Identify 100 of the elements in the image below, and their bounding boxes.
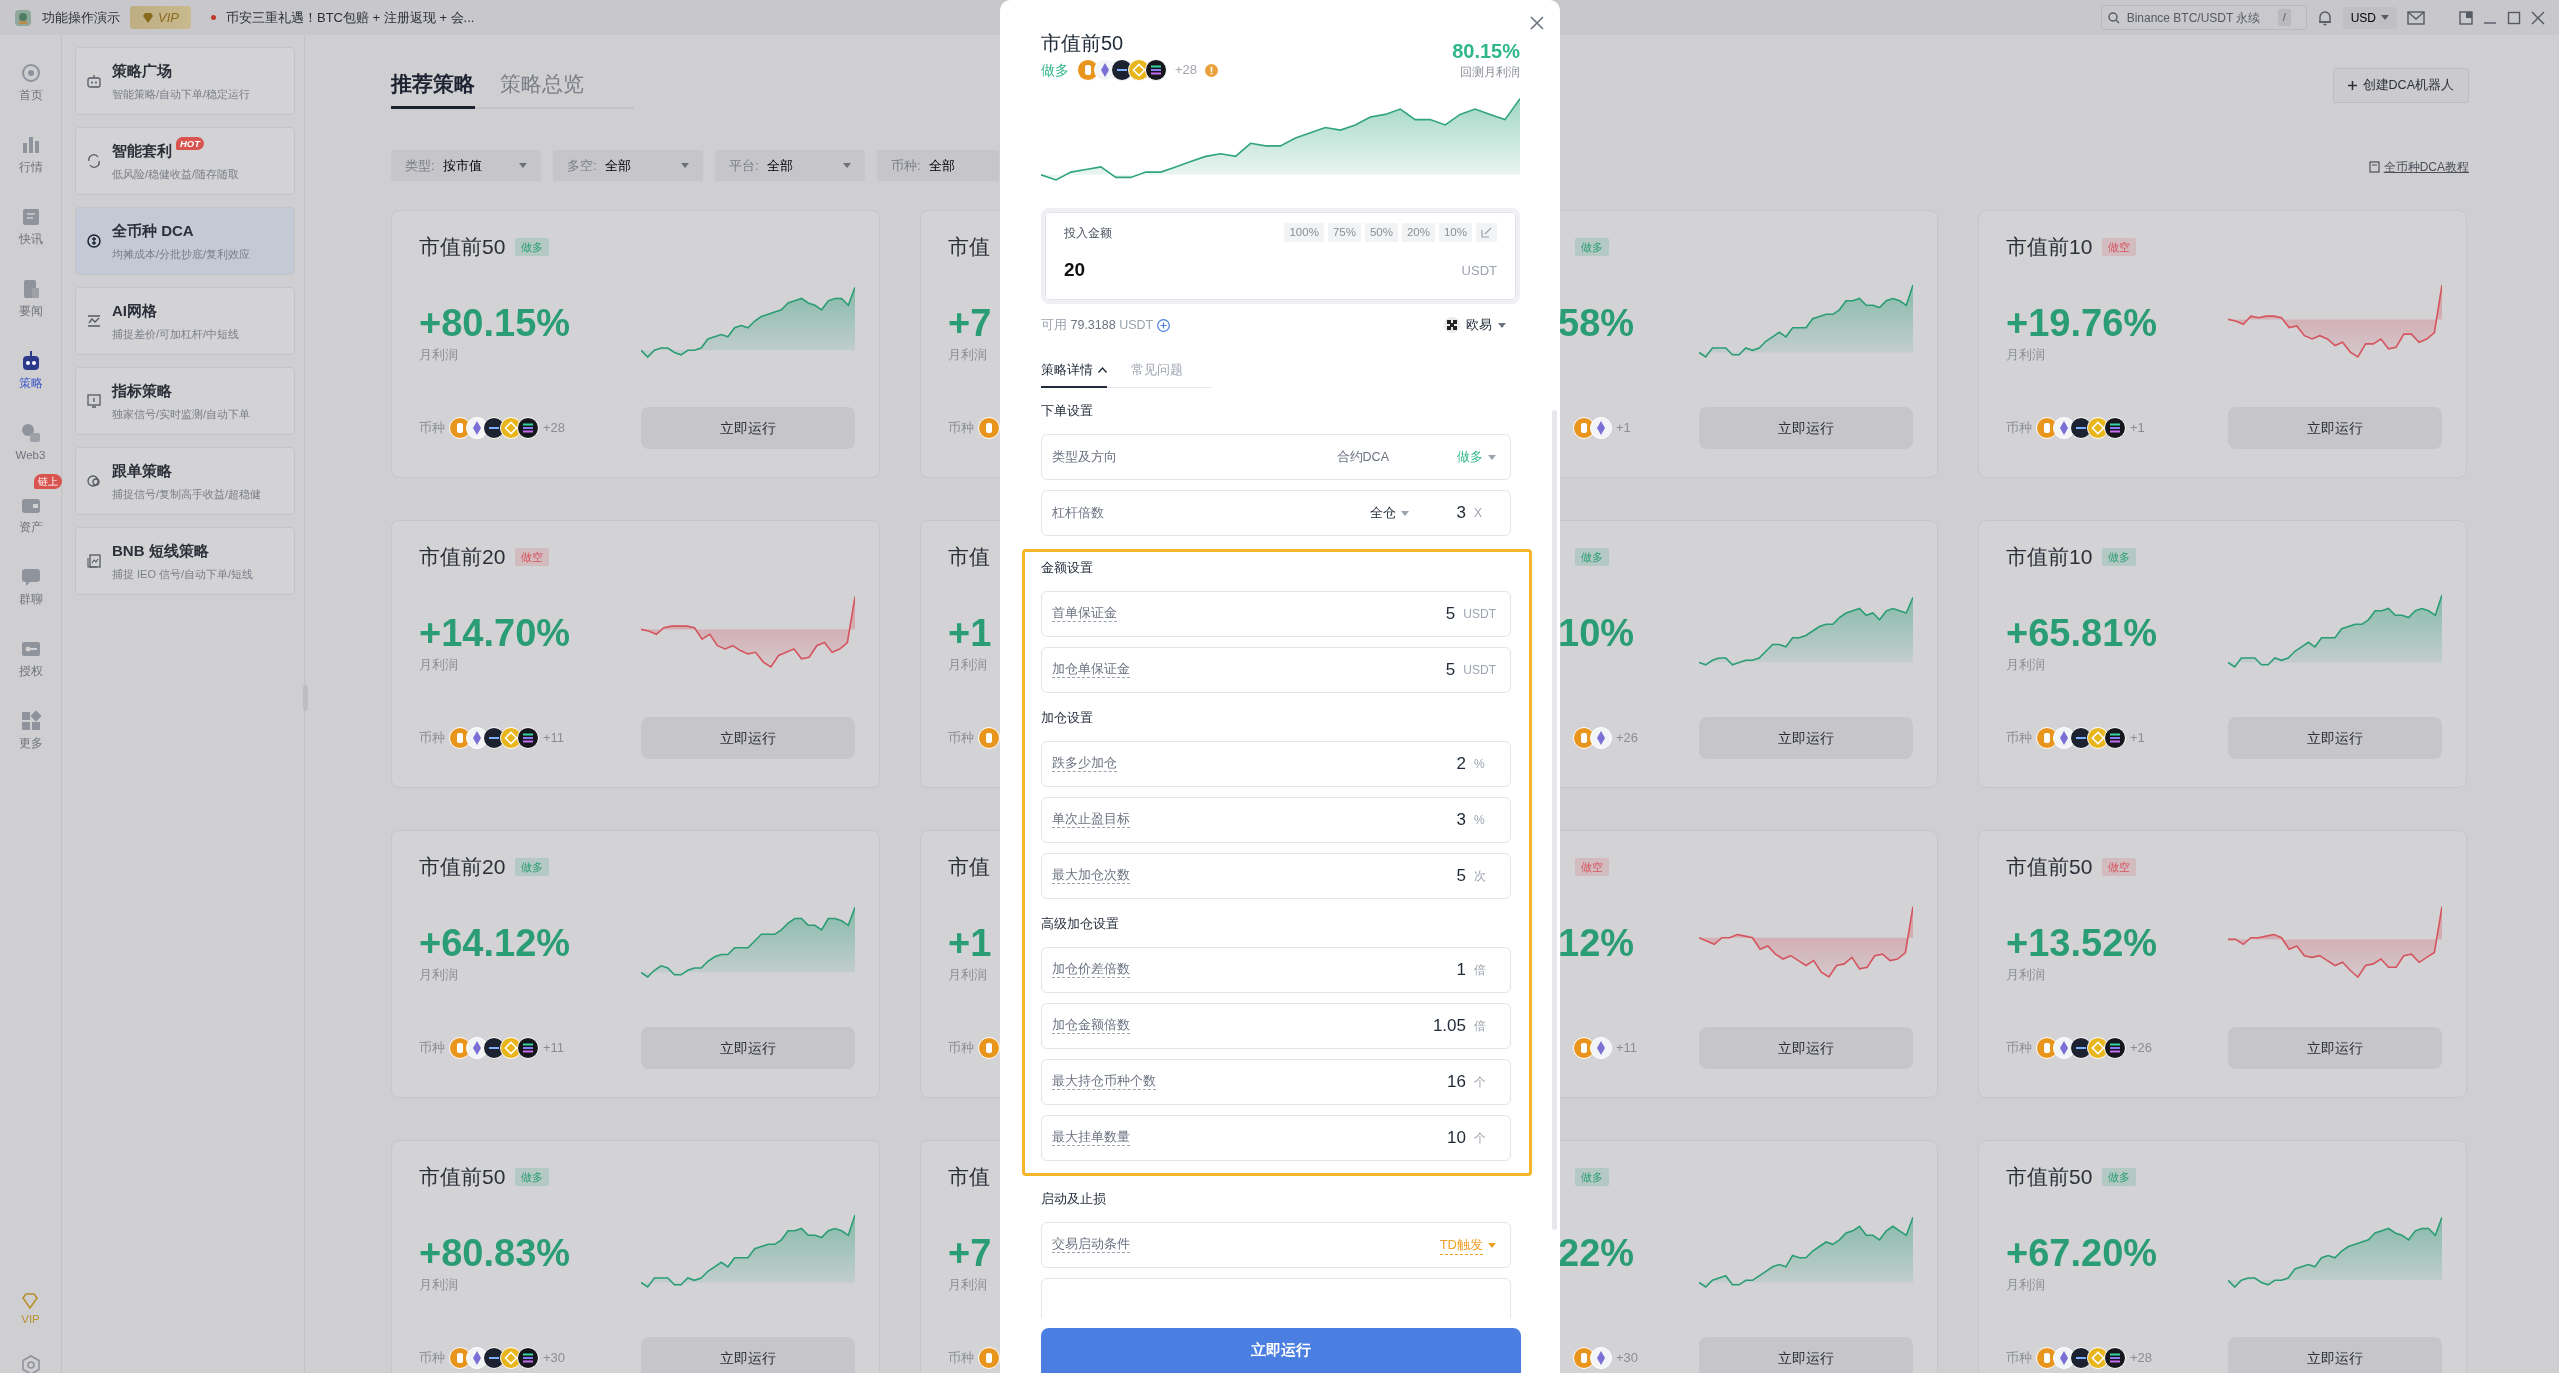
caret-icon [2381,15,2389,20]
run-button[interactable]: 立即运行 [2228,1027,2442,1069]
run-button[interactable]: 立即运行 [1699,407,1913,449]
add-funds-icon[interactable] [1157,318,1171,332]
value-field[interactable]: 1.05 [1432,1013,1466,1039]
card-title: 市值前50 [419,234,506,261]
dialog-title: 市值前50 [1041,31,1125,56]
caret-icon [1400,510,1409,516]
filter-dropdown[interactable]: 多空: 全部 [553,150,703,181]
strategy-menu-item[interactable]: AI网格 捕捉差价/可加杠杆/中短线 [75,287,295,355]
value-field[interactable]: 5 [1456,863,1466,889]
nav-icon [19,422,42,444]
value-field[interactable]: 2 [1456,751,1466,777]
unit-label: 次 [1474,868,1487,885]
margin-mode-dropdown[interactable]: 全仓 [1369,503,1409,523]
run-button[interactable]: 立即运行 [2228,717,2442,759]
card-title: 市值前10 [2006,234,2093,261]
coin-count: +1 [2130,729,2145,748]
nav-item[interactable]: 策略 [0,345,61,401]
value-field[interactable]: 3 [1456,500,1466,526]
run-button[interactable]: 立即运行 [1699,1337,1913,1373]
section-title: 下单设置 [1041,402,1094,420]
coin-count: +28 [1175,61,1198,80]
run-button[interactable]: 立即运行 [1041,1328,1521,1373]
strategy-menu-item[interactable]: 跟单策略 捕捉信号/复制高手收益/超稳健 [75,447,295,515]
run-button[interactable]: 立即运行 [2228,407,2442,449]
coins-label: 币种 [948,1349,974,1368]
app-logo-icon [14,8,32,27]
run-button[interactable]: 立即运行 [641,407,855,449]
maximize-icon[interactable] [2507,10,2521,25]
strategy-menu-item[interactable]: 智能套利 HOT 低风险/稳健收益/随存随取 [75,127,295,195]
run-button[interactable]: 立即运行 [1699,1027,1913,1069]
strategy-menu-item[interactable]: 全币种 DCA 均摊成本/分批抄底/复利效应 [75,207,295,275]
book-icon [2368,161,2380,173]
caret-icon [843,163,851,168]
unit-label: USDT [1463,662,1496,679]
caret-icon [519,163,527,168]
direction-tag: 做多 [1575,237,1609,257]
run-button[interactable]: 立即运行 [641,717,855,759]
card-title: 市值前50 [2006,854,2093,881]
strategy-menu-item[interactable]: BNB 短线策略 捕捉 IEO 信号/自动下单/短线 [75,527,295,595]
value-field[interactable]: 5 [1445,657,1456,683]
card-title: 市值前50 [419,1164,506,1191]
scroll-bar[interactable] [1552,410,1557,1230]
profit-label: 月利润 [2006,346,2046,364]
coin-count: +1 [1616,419,1631,438]
create-bot-button[interactable]: 创建DCA机器人 [2332,68,2469,103]
strategy-icon [86,393,102,409]
value-field[interactable]: 16 [1447,1069,1466,1095]
coin-count: +26 [1616,729,1639,748]
profit-label: 月利润 [948,1276,988,1294]
strategy-menu-item[interactable]: 策略广场 智能策略/自动下单/稳定运行 [75,47,295,115]
tutorial-link[interactable]: 全币种DCA教程 [2368,158,2469,176]
available-balance: 可用 79.3188 USDT [1041,316,1154,334]
profit-value: +1 [948,921,992,965]
filter-dropdown[interactable]: 币种: 全部 [877,150,999,181]
close-button[interactable] [1528,14,1546,32]
profit-label: 月利润 [2006,966,2046,984]
value-field[interactable]: 1 [1456,957,1466,983]
run-button[interactable]: 立即运行 [2228,1337,2442,1373]
caret-icon [1498,322,1506,328]
run-button[interactable]: 立即运行 [1699,717,1913,759]
coins-label: 币种 [2006,1349,2032,1368]
run-button[interactable]: 立即运行 [641,1337,855,1373]
profit-label: 月利润 [419,656,459,674]
card-title: 市值 [948,234,990,261]
unit-label: 个 [1474,1130,1487,1147]
strategy-menu-item[interactable]: 指标策略 独家信号/实时监测/自动下单 [75,367,295,435]
profit-value: +7 [948,1231,992,1275]
profit-label: 月利润 [948,656,988,674]
filter-dropdown[interactable]: 类型: 按市值 [391,150,541,181]
option-text: 合约DCA [1336,448,1389,466]
direction-tag: 做空 [2102,857,2137,877]
direction-tag: 做多 [1575,547,1609,567]
coins-label: 币种 [948,729,974,748]
close-icon[interactable] [2531,10,2545,25]
value-field[interactable]: 5 [1445,601,1456,627]
edit-icon [1481,227,1492,239]
search-icon [2107,11,2120,24]
exchange-dropdown[interactable]: 欧易 [1438,314,1512,336]
mail-icon[interactable] [2407,10,2425,25]
direction-tag: 做多 [1575,1167,1609,1187]
value-field[interactable]: 10 [1447,1125,1466,1151]
layout-icon[interactable] [2459,10,2473,25]
profit-label: 月利润 [419,1276,459,1294]
coin-stack-drawing [1573,417,1612,439]
tab[interactable]: 策略详情 [1041,354,1107,388]
search-field[interactable]: Binance BTC/USDT 永续 / [2100,5,2307,30]
filter-dropdown[interactable]: 平台: 全部 [715,150,865,181]
coins-label: 币种 [419,419,445,438]
coin-count: +30 [543,1349,566,1368]
profit-label: 月利润 [948,966,988,984]
coin-stack-drawing [1573,1037,1612,1059]
notice-text[interactable]: 币安三重礼遇！BTC包赔 + 注册返现 + 会... [225,7,475,28]
currency-dropdown[interactable]: USD [2342,6,2397,29]
field-label: 类型及方向 [1052,448,1117,466]
tab[interactable]: 推荐策略 [391,68,475,109]
bell-icon[interactable] [2316,9,2333,26]
value-field[interactable]: 3 [1456,807,1466,833]
run-button[interactable]: 立即运行 [641,1027,855,1069]
